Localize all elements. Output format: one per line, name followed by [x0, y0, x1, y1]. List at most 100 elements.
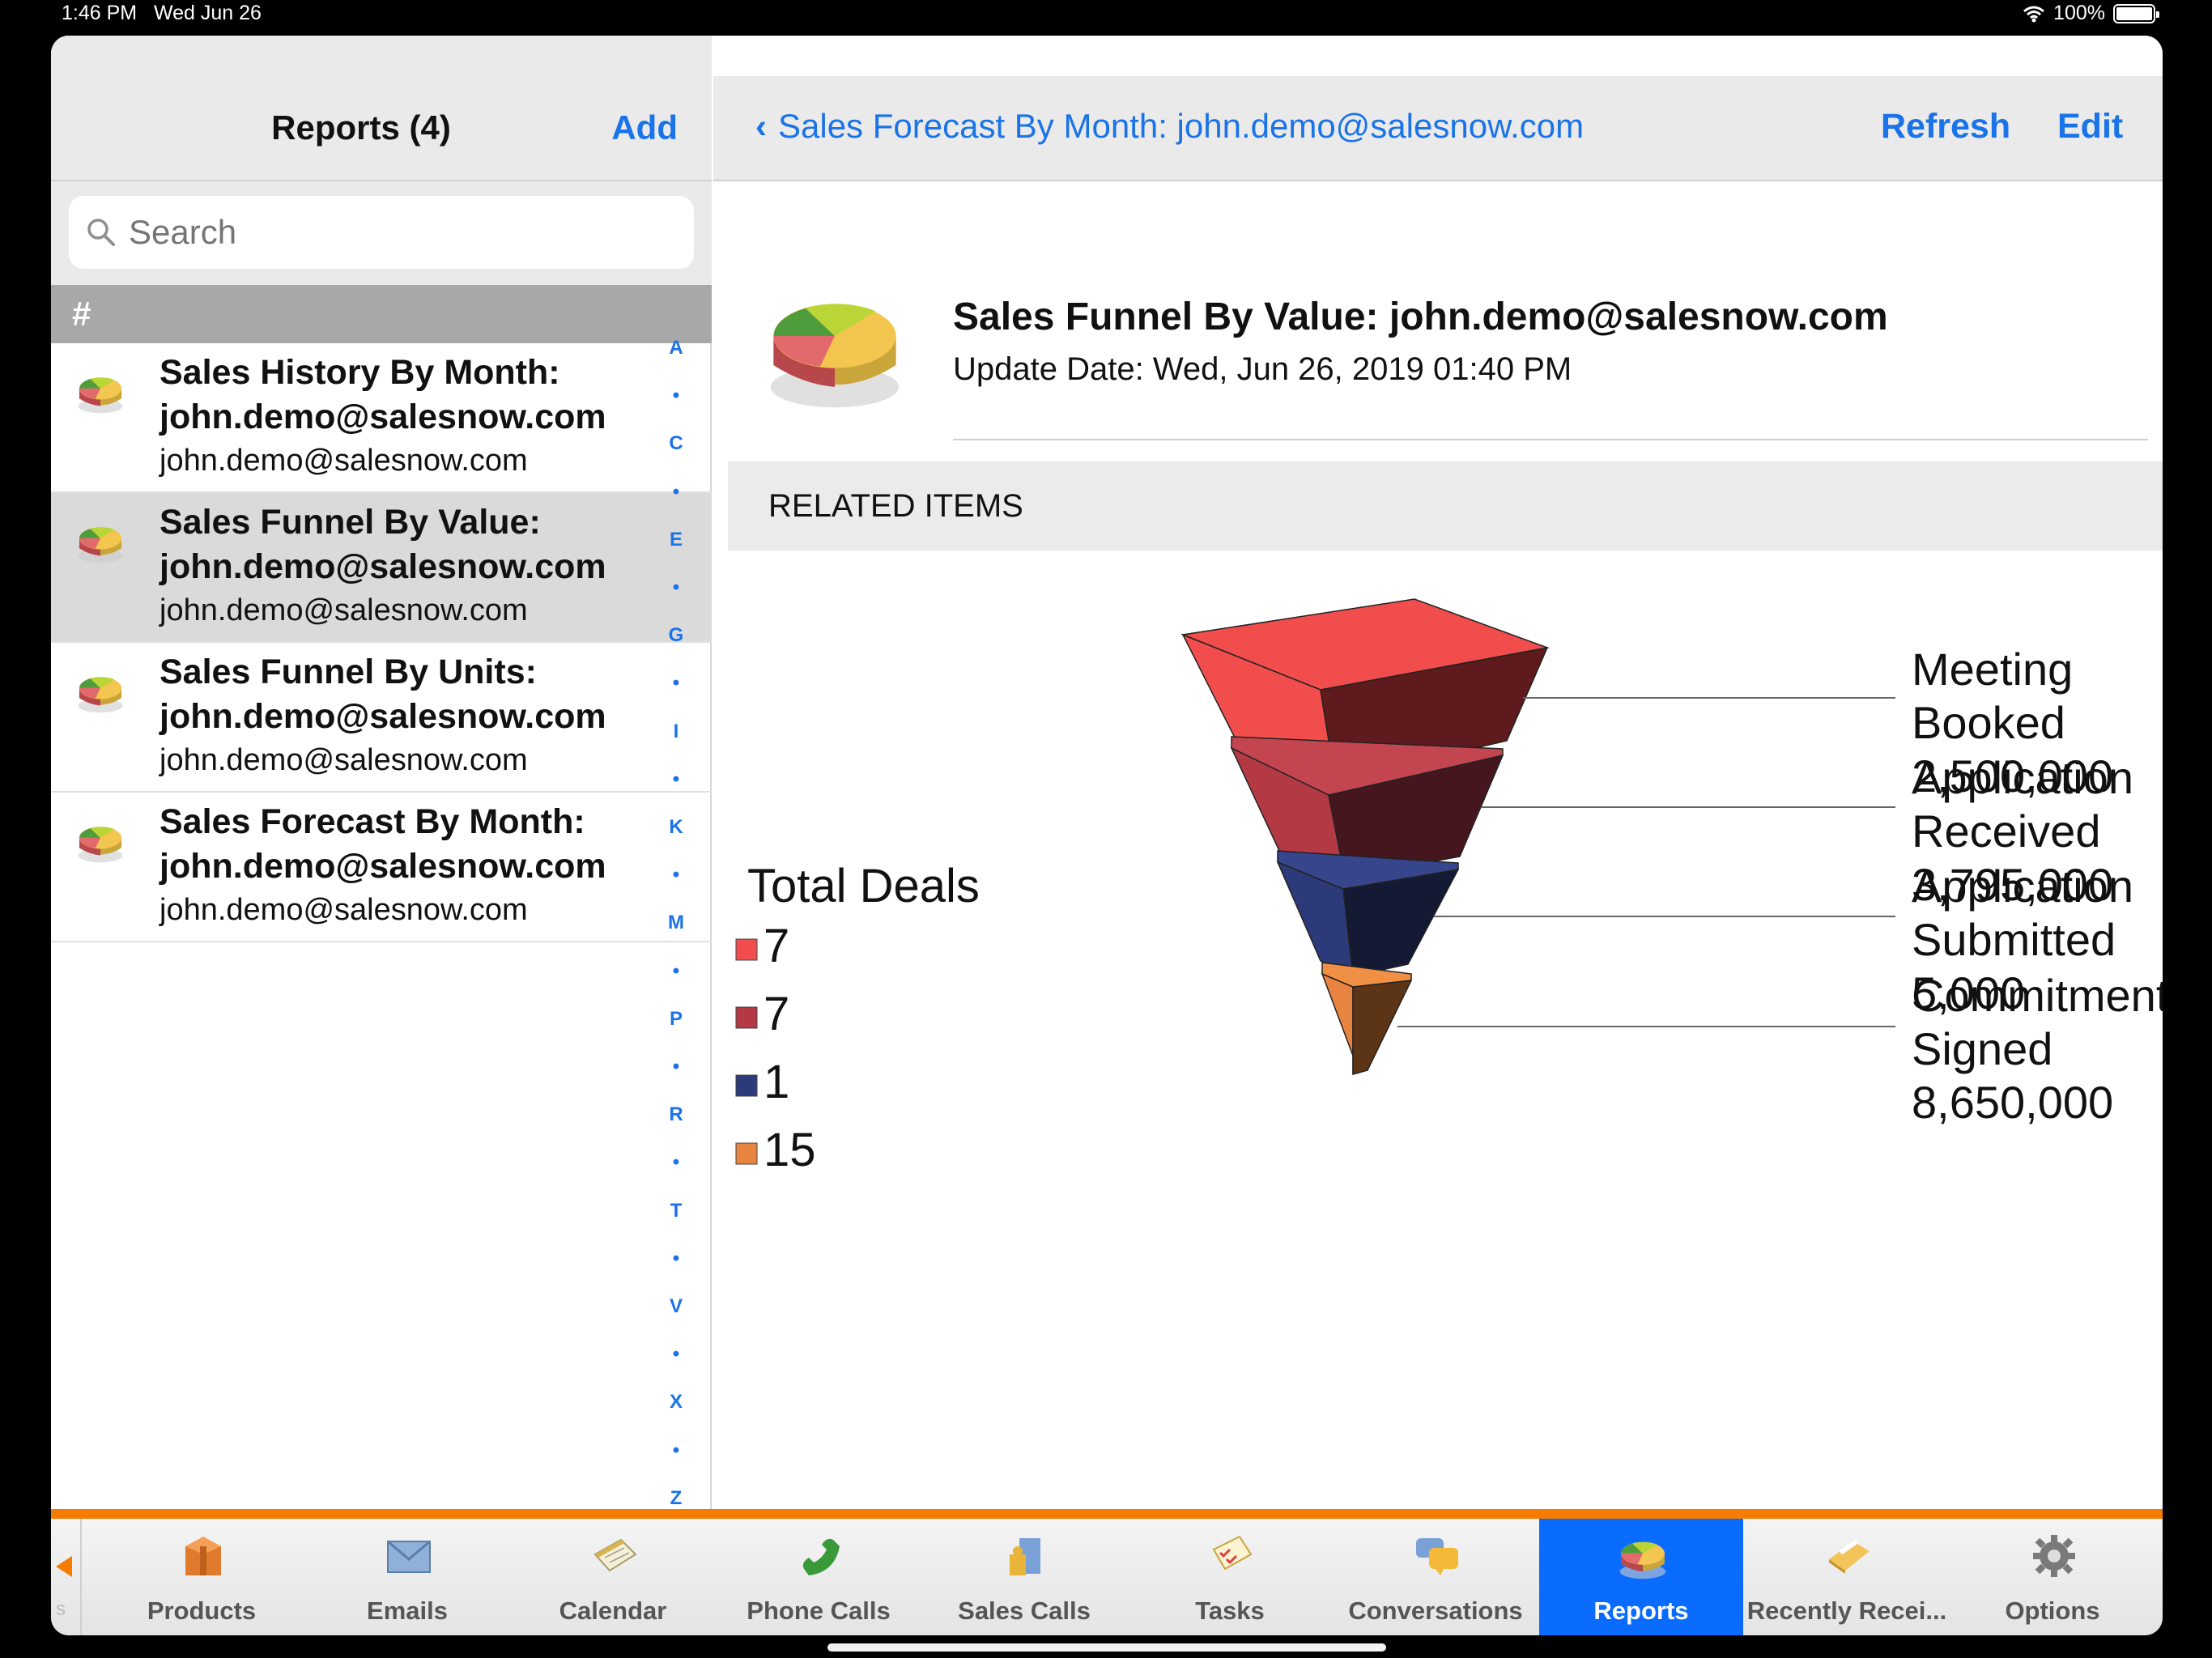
master-navbar: Reports (4) Add — [51, 36, 712, 181]
stage-label: Received — [1912, 806, 2100, 857]
tab-phone-calls[interactable]: Phone Calls — [717, 1519, 921, 1635]
tab-label: Calendar — [559, 1596, 667, 1625]
pie-chart-icon — [78, 377, 123, 414]
tab-bar: s Products Emails Calendar Phone Calls Sales… — [51, 1519, 2163, 1635]
index-letter[interactable]: Z — [660, 1487, 692, 1510]
checklist-icon — [1212, 1535, 1253, 1571]
index-letter[interactable]: P — [660, 1008, 692, 1031]
index-letter[interactable]: V — [660, 1295, 692, 1318]
pie-chart-icon — [78, 677, 123, 713]
folder-icon — [1829, 1539, 1870, 1574]
tab-scroll-remnant: s — [56, 1598, 66, 1620]
tab-scroll-left-button[interactable]: s — [51, 1519, 82, 1635]
tab-tasks[interactable]: Tasks — [1128, 1519, 1332, 1635]
alphabet-index[interactable]: A • C • E • G • I • K • M • P • R • T • V • X • Z — [660, 337, 692, 1509]
tab-label: Conversations — [1348, 1596, 1523, 1625]
list-item[interactable]: Sales Funnel By Units: john.demo@salesnow… — [51, 643, 712, 793]
index-dot[interactable]: • — [660, 1439, 692, 1462]
tab-sales-calls[interactable]: Sales Calls — [922, 1519, 1126, 1635]
search-input[interactable] — [129, 213, 647, 252]
update-date: Update Date: Wed, Jun 26, 2019 01:40 PM — [953, 351, 1572, 387]
list-item[interactable]: Sales History By Month: john.demo@salesno… — [51, 343, 712, 493]
index-letter[interactable]: C — [660, 432, 692, 455]
door-icon — [1010, 1538, 1040, 1575]
index-letter[interactable]: I — [660, 721, 692, 743]
related-items-header: RELATED ITEMS — [728, 461, 2163, 551]
tab-label: Sales Calls — [958, 1596, 1091, 1625]
status-right: 100% — [2023, 2, 2159, 25]
stage-value: 8,650,000 — [1912, 1077, 2113, 1128]
chevron-left-icon: ‹ — [755, 107, 767, 145]
list-item[interactable]: Sales Forecast By Month: john.demo@salesn… — [51, 793, 712, 942]
item-title-line2: john.demo@salesnow.com — [160, 847, 606, 886]
section-header: # — [51, 285, 712, 343]
edit-button[interactable]: Edit — [2057, 107, 2123, 147]
list-item[interactable]: Sales Funnel By Value: john.demo@salesnow… — [51, 493, 712, 643]
index-dot[interactable]: • — [660, 672, 692, 695]
index-dot[interactable]: • — [660, 576, 692, 599]
index-letter[interactable]: R — [660, 1103, 692, 1126]
tab-options[interactable]: Options — [1950, 1519, 2155, 1635]
tab-conversations[interactable]: Conversations — [1334, 1519, 1538, 1635]
index-letter[interactable]: A — [660, 337, 692, 359]
chat-bubbles-icon — [1416, 1538, 1458, 1575]
calendar-icon — [593, 1538, 637, 1572]
tab-reports[interactable]: Reports — [1539, 1519, 1743, 1635]
item-subtitle: john.demo@salesnow.com — [160, 893, 528, 927]
legend-value: 15 — [764, 1124, 816, 1176]
index-letter[interactable]: E — [660, 529, 692, 551]
index-letter[interactable]: T — [660, 1200, 692, 1222]
arrow-left-icon — [56, 1556, 72, 1577]
envelope-icon — [387, 1540, 431, 1573]
refresh-button[interactable]: Refresh — [1881, 107, 2010, 147]
index-letter[interactable]: G — [660, 624, 692, 647]
tab-recently-recei[interactable]: Recently Recei... — [1745, 1519, 1949, 1635]
detail-navbar: ‹ Sales Forecast By Month: john.demo@sale… — [713, 76, 2163, 181]
index-letter[interactable]: M — [660, 912, 692, 934]
tab-products[interactable]: Products — [100, 1519, 304, 1635]
package-icon — [185, 1537, 221, 1575]
legend-swatch — [735, 938, 758, 961]
index-dot[interactable]: • — [660, 960, 692, 983]
legend-swatch — [735, 1074, 758, 1097]
report-detail-panel: ‹ Sales Forecast By Month: john.demo@sale… — [713, 36, 2163, 1509]
tabbar-accent-line — [51, 1509, 2163, 1519]
add-button[interactable]: Add — [611, 108, 678, 147]
stage-label: Submitted — [1912, 914, 2116, 965]
back-label: Sales Forecast By Month: john.demo@sales… — [778, 107, 1585, 145]
tab-emails[interactable]: Emails — [305, 1519, 509, 1635]
gear-icon — [2033, 1535, 2075, 1577]
index-letter[interactable]: X — [660, 1391, 692, 1414]
stage-label: Application — [1912, 752, 2133, 803]
index-dot[interactable]: • — [660, 1248, 692, 1270]
search-icon — [87, 219, 115, 246]
stage-label: Application — [1912, 861, 2133, 912]
index-dot[interactable]: • — [660, 768, 692, 791]
search-field[interactable] — [69, 196, 694, 269]
index-dot[interactable]: • — [660, 1056, 692, 1078]
item-title-line1: Sales Funnel By Units: — [160, 653, 537, 691]
index-dot[interactable]: • — [660, 1151, 692, 1174]
reports-list-panel: Reports (4) Add # Sales History By Month… — [51, 36, 712, 1509]
funnel-segment-front-left — [1321, 972, 1354, 1074]
pie-chart-icon — [1619, 1541, 1666, 1579]
legend-swatch — [735, 1006, 758, 1029]
legend-swatch — [735, 1142, 758, 1165]
index-dot[interactable]: • — [660, 481, 692, 504]
tab-calendar[interactable]: Calendar — [511, 1519, 715, 1635]
tab-label: Options — [2005, 1596, 2100, 1625]
stage-label: Booked — [1912, 697, 2065, 748]
tab-label: Reports — [1593, 1596, 1689, 1625]
back-button[interactable]: ‹ Sales Forecast By Month: john.demo@sale… — [755, 107, 1584, 146]
stage-label: Signed — [1912, 1023, 2052, 1074]
legend-value: 7 — [764, 988, 789, 1040]
index-dot[interactable]: • — [660, 385, 692, 407]
stage-label: Commitment — [1912, 970, 2163, 1021]
index-letter[interactable]: K — [660, 816, 692, 839]
report-title: Sales Funnel By Value: john.demo@salesno… — [953, 295, 1888, 338]
tab-label: Emails — [367, 1596, 448, 1625]
home-indicator — [827, 1643, 1386, 1652]
index-dot[interactable]: • — [660, 1343, 692, 1366]
status-bar: 1:46 PM Wed Jun 26 100% — [0, 0, 2212, 32]
index-dot[interactable]: • — [660, 864, 692, 886]
